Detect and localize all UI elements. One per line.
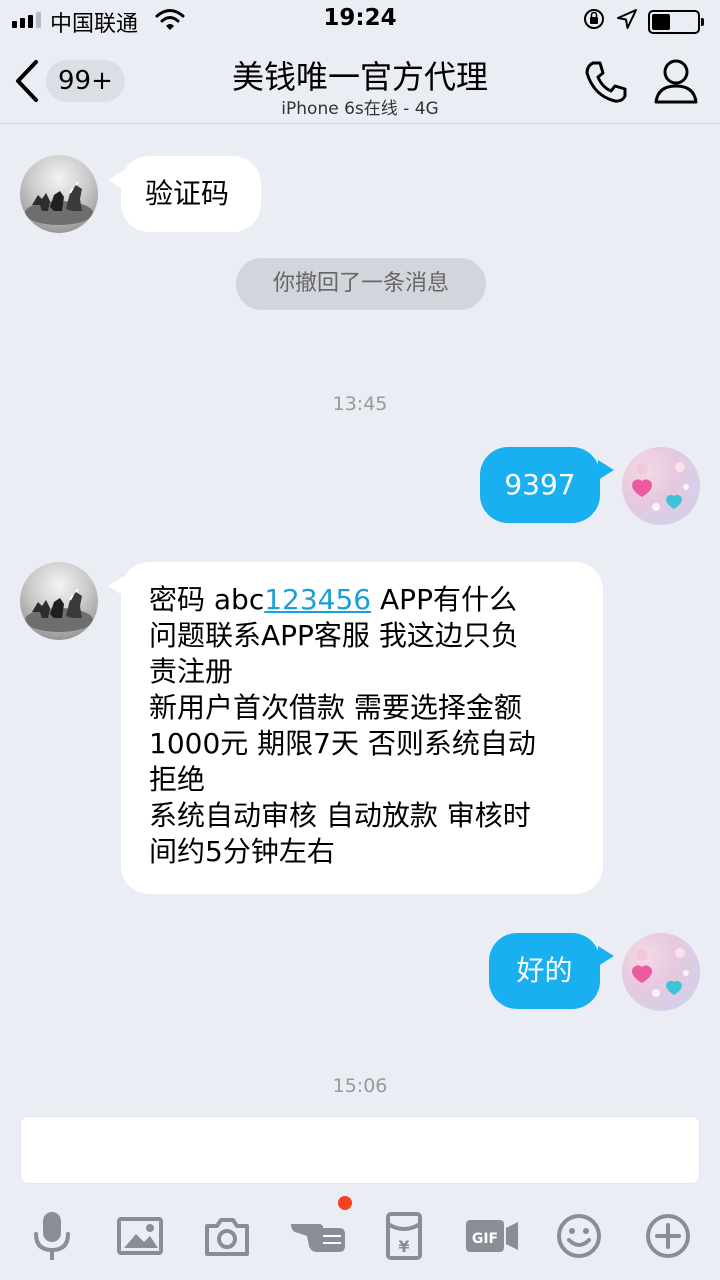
message-bubble-outgoing[interactable]: 9397 [480, 447, 600, 523]
gif-icon: GIF [466, 1220, 518, 1252]
message-bubble-incoming[interactable]: 验证码 [121, 156, 261, 232]
location-icon [616, 8, 638, 36]
input-toolbar: ¥ GIF [0, 1196, 720, 1280]
contact-profile-button[interactable] [652, 56, 700, 110]
battery-icon [648, 10, 704, 34]
my-avatar[interactable] [622, 447, 700, 525]
message-text: 验证码 [145, 177, 230, 210]
more-button[interactable] [640, 1208, 696, 1264]
message-text: 9397 [504, 468, 576, 501]
phone-icon [585, 61, 627, 103]
microphone-icon [34, 1212, 70, 1260]
poke-button[interactable] [287, 1208, 351, 1264]
svg-text:¥: ¥ [398, 1237, 409, 1256]
red-packet-button[interactable]: ¥ [376, 1208, 432, 1264]
camera-button[interactable] [199, 1208, 255, 1264]
plus-icon [646, 1214, 690, 1258]
notification-dot [338, 1196, 352, 1210]
chat-header: 99+ 美钱唯一官方代理 iPhone 6s在线 - 4G [0, 40, 720, 124]
poke-hand-icon [291, 1224, 345, 1252]
image-button[interactable] [112, 1208, 168, 1264]
message-bubble-incoming[interactable]: 密码 abc123456 APP有什么 问题联系APP客服 我这边只负 责注册 … [121, 562, 603, 894]
message-input[interactable] [20, 1116, 700, 1184]
gif-button[interactable]: GIF [462, 1208, 522, 1264]
message-bubble-outgoing[interactable]: 好的 [489, 933, 600, 1009]
timestamp: 15:06 [332, 1075, 388, 1097]
message-text: APP有什么 问题联系APP客服 我这边只负 责注册 新用户首次借款 需要选择金… [149, 583, 536, 868]
person-icon [654, 59, 698, 104]
contact-avatar[interactable] [20, 562, 98, 640]
voice-button[interactable] [24, 1208, 80, 1264]
message-text: 密码 abc [149, 583, 265, 616]
orientation-lock-icon [582, 7, 606, 37]
timestamp: 13:45 [332, 393, 388, 415]
emoji-icon [557, 1214, 601, 1258]
message-text: 好的 [516, 954, 573, 987]
bubble-tail [598, 460, 614, 480]
red-packet-icon: ¥ [386, 1212, 422, 1260]
bubble-tail [598, 946, 614, 966]
image-icon [117, 1217, 163, 1255]
my-avatar[interactable] [622, 933, 700, 1011]
phone-call-button[interactable] [582, 58, 630, 110]
emoji-button[interactable] [551, 1208, 607, 1264]
status-bar: 中国联通 19:24 [0, 0, 720, 40]
svg-text:GIF: GIF [472, 1231, 498, 1247]
password-link[interactable]: 123456 [264, 583, 371, 616]
recall-notice: 你撤回了一条消息 [236, 258, 486, 310]
contact-avatar[interactable] [20, 155, 98, 233]
camera-icon [205, 1218, 249, 1256]
